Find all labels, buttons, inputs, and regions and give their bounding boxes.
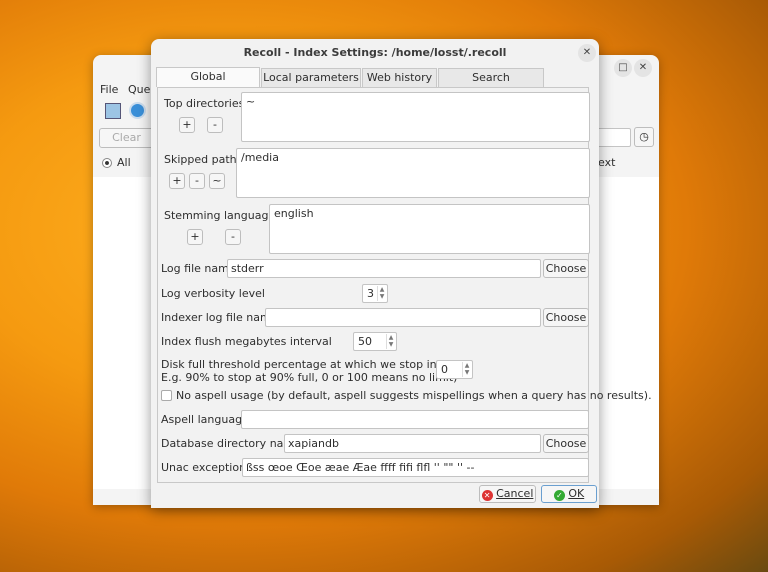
database-dir-choose-button[interactable]: Choose [543,434,589,453]
no-aspell-checkbox[interactable] [161,390,172,401]
tab-web-history[interactable]: Web history [362,68,437,87]
log-file-name-label: Log file name [161,262,236,275]
disk-full-label-2: E.g. 90% to stop at 90% full, 0 or 100 m… [161,371,457,384]
database-dir-label: Database directory name [161,437,301,450]
flush-interval-spinbox[interactable]: 50 ▲▼ [353,332,397,351]
ext-text: ext [598,156,615,169]
unac-exceptions-label: Unac exceptions [161,461,252,474]
spin-arrows-icon[interactable]: ▲▼ [386,334,395,349]
stemming-languages-label: Stemming languages [164,209,281,222]
menu-file[interactable]: File [100,83,118,96]
tab-local-parameters[interactable]: Local parameters [261,68,361,87]
log-file-choose-button[interactable]: Choose [543,259,589,278]
top-dir-add-button[interactable]: + [179,117,195,133]
log-verbosity-value: 3 [367,287,374,300]
unac-exceptions-input[interactable]: ßss œoe Œoe æae Æae ﬀff ﬁfi ﬂfl '' "" ''… [242,458,589,477]
disk-full-value: 0 [441,363,448,376]
stemming-remove-button[interactable]: - [225,229,241,245]
tab-global-parameters[interactable]: Global parameters [156,67,260,87]
log-file-name-input[interactable]: stderr [227,259,541,278]
top-dir-remove-button[interactable]: - [207,117,223,133]
dialog-close-icon[interactable]: ✕ [578,44,596,62]
tab-search-parameters[interactable]: Search parameters [438,68,544,87]
indexer-log-input[interactable] [265,308,541,327]
flush-interval-value: 50 [358,335,372,348]
log-verbosity-label: Log verbosity level [161,287,265,300]
search-doc-icon[interactable] [105,103,121,119]
spin-arrows-icon[interactable]: ▲▼ [462,362,471,377]
radio-all[interactable] [102,158,112,168]
indexer-log-label: Indexer log file name [161,311,277,324]
disk-full-label-1: Disk full threshold percentage at which … [161,358,474,371]
index-settings-dialog: Recoll - Index Settings: /home/losst/.re… [151,39,599,508]
indexer-log-choose-button[interactable]: Choose [543,308,589,327]
cancel-button[interactable]: ✕ Cancel [479,485,536,503]
cancel-label: Cancel [496,487,533,500]
skipped-paths-label: Skipped paths [164,153,242,166]
disk-full-spinbox[interactable]: 0 ▲▼ [436,360,473,379]
aspell-language-input[interactable] [241,410,589,429]
cancel-icon: ✕ [482,490,493,501]
no-aspell-label: No aspell usage (by default, aspell sugg… [176,389,652,402]
spin-arrows-icon[interactable]: ▲▼ [377,286,386,301]
dialog-title: Recoll - Index Settings: /home/losst/.re… [151,39,599,67]
close-icon[interactable]: ✕ [634,59,652,77]
skipped-home-button[interactable]: ~ [209,173,225,189]
log-verbosity-spinbox[interactable]: 3▲▼ [362,284,388,303]
ok-label: OK [568,487,584,500]
skipped-remove-button[interactable]: - [189,173,205,189]
stemming-add-button[interactable]: + [187,229,203,245]
ok-button[interactable]: ✓ OK [541,485,597,503]
maximize-icon[interactable]: □ [614,59,632,77]
top-directories-list[interactable]: ~ [241,92,590,142]
clock-icon[interactable] [129,102,146,119]
aspell-language-label: Aspell language [161,413,249,426]
radio-all-label: All [117,156,131,169]
skipped-paths-list[interactable]: /media [236,148,590,198]
ok-icon: ✓ [554,490,565,501]
skipped-add-button[interactable]: + [169,173,185,189]
stemming-languages-list[interactable]: english [269,204,590,254]
clear-button[interactable]: Clear [99,128,154,148]
flush-interval-label: Index flush megabytes interval [161,335,332,348]
top-directories-label: Top directories [164,97,244,110]
history-clock-button[interactable]: ◷ [634,127,654,147]
database-dir-input[interactable]: xapiandb [284,434,541,453]
